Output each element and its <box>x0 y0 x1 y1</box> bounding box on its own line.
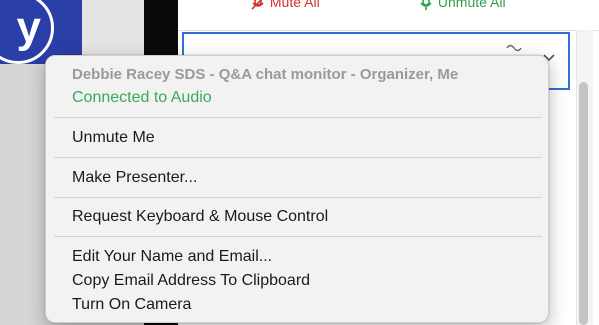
unmute-all-label: Unmute All <box>437 0 506 10</box>
menu-item-make-presenter[interactable]: Make Presenter... <box>72 168 197 188</box>
menu-header: Debbie Racey SDS - Q&A chat monitor - Or… <box>46 56 548 116</box>
menu-item-request-control[interactable]: Request Keyboard & Mouse Control <box>72 207 328 227</box>
app-window: y Mute All Unmute All Debbie Racey SDS -… <box>0 0 599 325</box>
mic-icon <box>418 0 434 11</box>
mute-all-label: Mute All <box>269 0 320 10</box>
mute-all-button[interactable]: Mute All <box>250 0 320 11</box>
audio-status: Connected to Audio <box>72 89 212 106</box>
scrollbar-thumb[interactable] <box>579 82 588 325</box>
participant-context-menu: Debbie Racey SDS - Q&A chat monitor - Or… <box>45 55 549 323</box>
avatar: y <box>0 0 54 64</box>
menu-item-copy-email[interactable]: Copy Email Address To Clipboard <box>72 271 310 291</box>
menu-separator <box>54 157 542 158</box>
menu-item-unmute-me[interactable]: Unmute Me <box>72 128 155 148</box>
menu-separator <box>54 197 542 198</box>
menu-separator <box>54 117 542 118</box>
audio-wave-icon <box>506 42 522 56</box>
unmute-all-button[interactable]: Unmute All <box>418 0 506 11</box>
panel-toolbar: Mute All Unmute All <box>178 0 599 31</box>
mic-muted-icon <box>250 0 266 11</box>
menu-item-turn-on-camera[interactable]: Turn On Camera <box>72 295 191 315</box>
participant-name: Debbie Racey SDS - Q&A chat monitor - Or… <box>72 66 459 83</box>
menu-item-edit-name-email[interactable]: Edit Your Name and Email... <box>72 247 272 267</box>
menu-separator <box>54 236 542 237</box>
